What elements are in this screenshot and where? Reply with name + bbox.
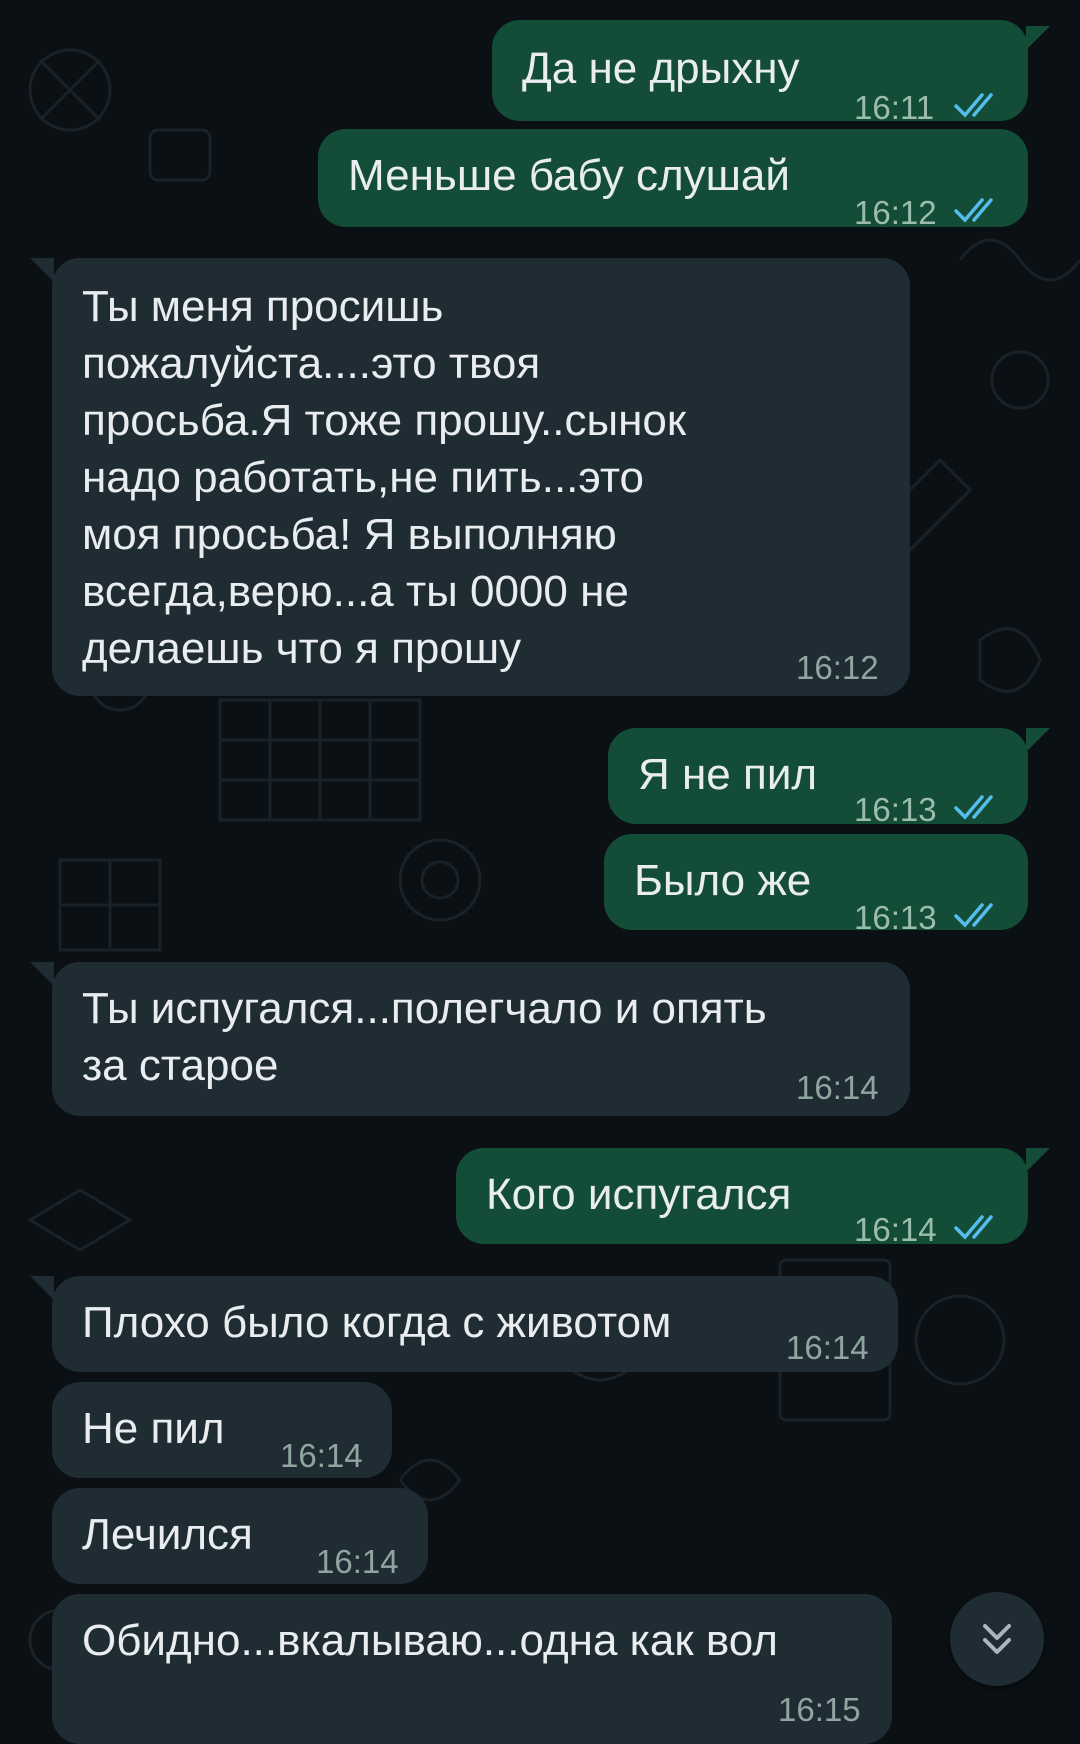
message-text-line: делаешь что я прошу <box>82 624 522 673</box>
message-time: 16:14 <box>280 1437 363 1474</box>
message-text: Обидно...вкалываю...одна как вол <box>82 1616 778 1665</box>
message-bubble-outgoing[interactable]: Было же 16:13 <box>604 834 1028 936</box>
message-bubble-outgoing[interactable]: Да не дрыхну 16:11 <box>492 20 1028 126</box>
bubble-tail <box>1026 1148 1050 1172</box>
message-text-line: пожалуйста....это твоя <box>82 339 541 388</box>
read-ticks-icon <box>954 1215 993 1240</box>
message-bubble-incoming[interactable]: Обидно...вкалываю...одна как вол 16:15 <box>52 1594 892 1744</box>
message-text: Лечился <box>82 1510 253 1559</box>
bubble-tail <box>30 962 54 986</box>
bubble-tail <box>30 258 54 282</box>
message-text: Было же <box>634 856 812 905</box>
message-text-line: всегда,верю...а ты 0000 не <box>82 567 629 616</box>
read-ticks-icon <box>954 903 993 928</box>
message-time: 16:13 <box>854 791 937 828</box>
message-time: 16:11 <box>854 89 935 126</box>
message-text: Плохо было когда с животом <box>82 1298 672 1347</box>
message-time: 16:14 <box>854 1211 937 1248</box>
read-ticks-icon <box>954 93 993 118</box>
bubble-tail <box>1026 728 1050 752</box>
bubble-tail <box>30 1276 54 1300</box>
message-text-line: надо работать,не пить...это <box>82 453 645 502</box>
message-text-line: Ты меня просишь <box>82 282 444 331</box>
message-text: Кого испугался <box>486 1170 792 1219</box>
read-ticks-icon <box>954 198 993 223</box>
message-text: Я не пил <box>638 750 818 799</box>
message-bubble-incoming[interactable]: Лечился 16:14 <box>52 1488 428 1584</box>
message-time: 16:12 <box>796 649 879 686</box>
message-bubble-incoming[interactable]: Плохо было когда с животом 16:14 <box>52 1276 898 1372</box>
message-bubble-outgoing[interactable]: Кого испугался 16:14 <box>456 1148 1028 1248</box>
message-bubble-outgoing[interactable]: Я не пил 16:13 <box>608 728 1028 828</box>
double-chevron-down-icon <box>983 1624 1011 1654</box>
message-time: 16:14 <box>316 1543 399 1580</box>
message-text-line: просьба.Я тоже прошу..сынок <box>82 396 687 445</box>
read-ticks-icon <box>954 795 993 820</box>
scroll-to-bottom-button[interactable] <box>950 1592 1044 1686</box>
message-time: 16:12 <box>854 194 937 231</box>
message-bubble-incoming[interactable]: Ты меня просишь пожалуйста....это твоя п… <box>52 258 910 696</box>
message-time: 16:14 <box>786 1329 869 1366</box>
message-time: 16:15 <box>778 1691 861 1728</box>
message-text-line: за старое <box>82 1041 279 1090</box>
message-text: Меньше бабу слушай <box>348 151 790 200</box>
message-text-line: Ты испугался...полегчало и опять <box>82 984 767 1033</box>
message-bubble-incoming[interactable]: Ты испугался...полегчало и опять за стар… <box>52 962 910 1116</box>
message-bubble-outgoing[interactable]: Меньше бабу слушай 16:12 <box>318 129 1028 231</box>
message-text-line: моя просьба! Я выполняю <box>82 510 617 559</box>
message-bubble-incoming[interactable]: Не пил 16:14 <box>52 1382 392 1478</box>
message-time: 16:14 <box>796 1069 879 1106</box>
message-text: Не пил <box>82 1404 225 1453</box>
bubble-tail <box>1026 26 1050 50</box>
message-text: Да не дрыхну <box>522 44 800 93</box>
message-time: 16:13 <box>854 899 937 936</box>
